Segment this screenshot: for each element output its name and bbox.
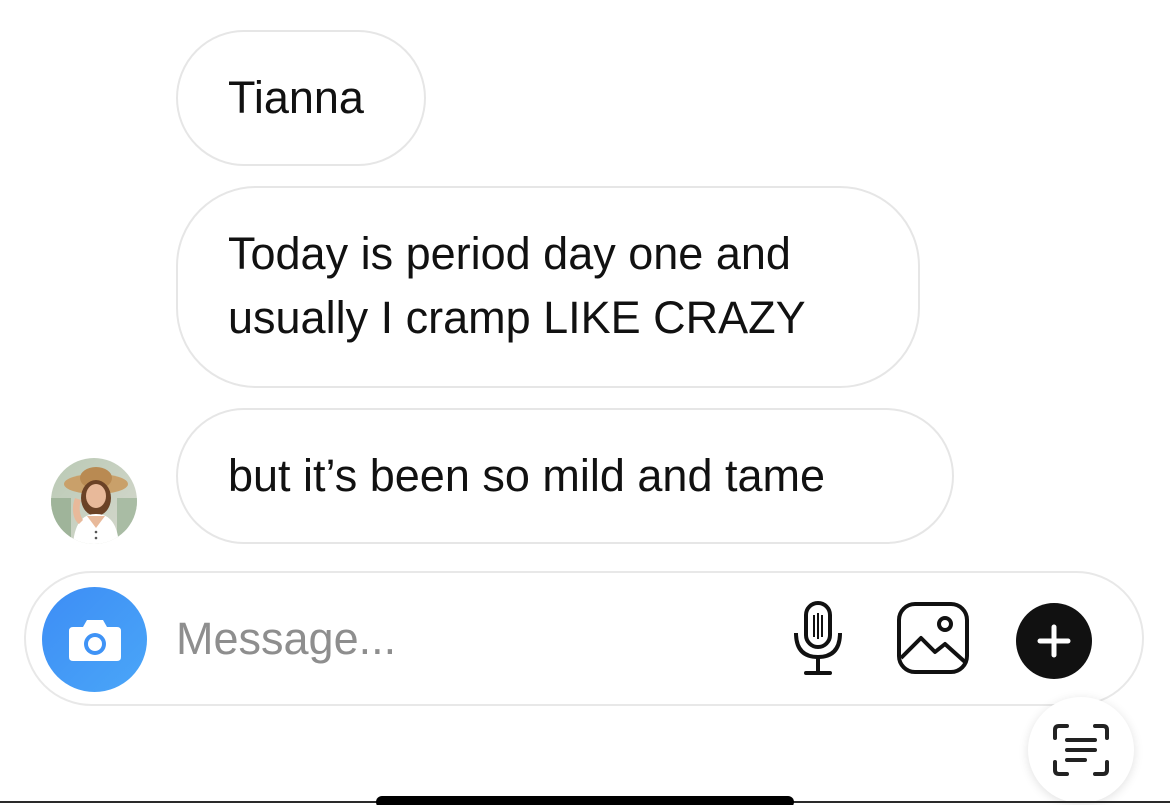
microphone-icon (794, 601, 842, 675)
message-input[interactable] (176, 609, 736, 669)
message-composer (24, 571, 1144, 706)
chat-screen: Tianna Today is period day one and usual… (0, 0, 1170, 805)
voice-message-button[interactable] (783, 597, 853, 681)
plus-icon (1037, 624, 1071, 658)
avatar-photo (51, 458, 137, 544)
message-bubble[interactable]: Today is period day one and usually I cr… (176, 186, 920, 388)
text-scan-icon (1053, 724, 1109, 776)
add-button[interactable] (1016, 603, 1092, 679)
message-bubble[interactable]: but it’s been so mild and tame (176, 408, 954, 544)
gallery-button[interactable] (894, 599, 972, 677)
camera-icon (68, 619, 121, 661)
gallery-icon (897, 602, 969, 674)
live-text-button[interactable] (1028, 697, 1134, 803)
sender-avatar[interactable] (51, 458, 137, 544)
home-indicator[interactable] (376, 796, 794, 805)
camera-button[interactable] (42, 587, 147, 692)
message-bubble[interactable]: Tianna (176, 30, 426, 166)
